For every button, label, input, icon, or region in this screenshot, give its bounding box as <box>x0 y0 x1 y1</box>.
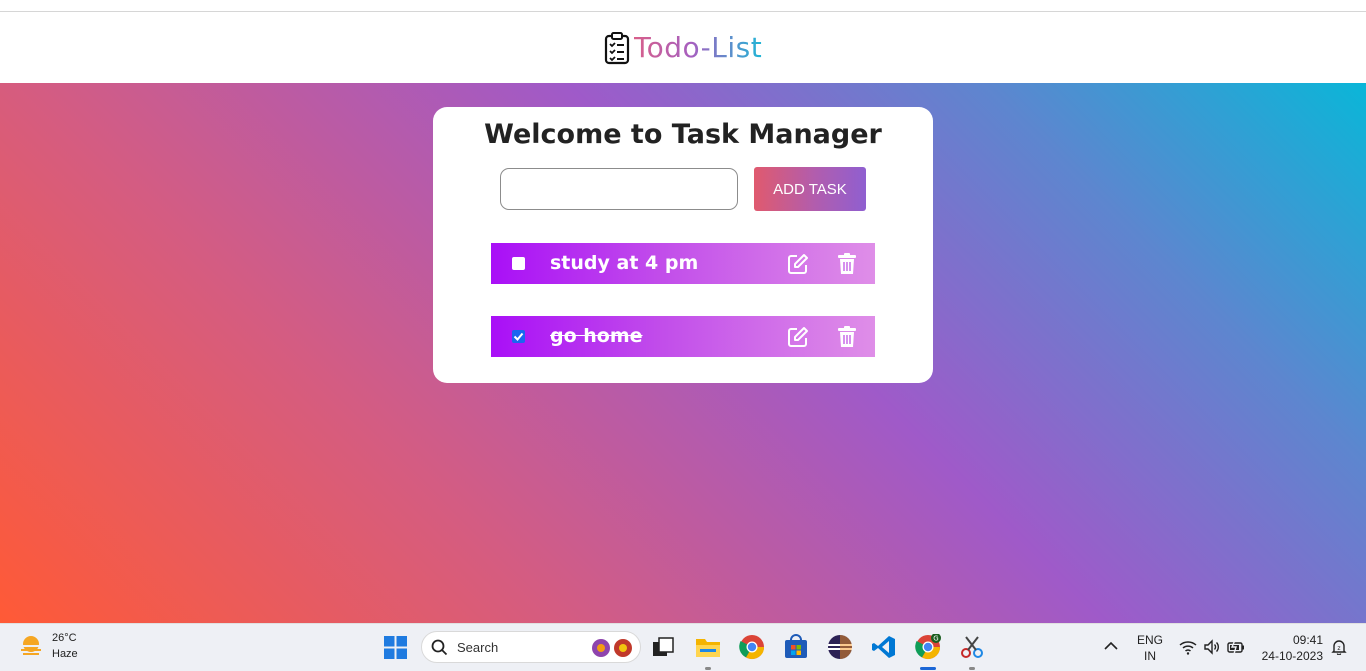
notification-bell-icon[interactable]: z <box>1331 639 1347 655</box>
weather-temperature: 26°C <box>52 632 77 644</box>
task-checkbox[interactable] <box>512 257 525 270</box>
search-highlight-icon <box>592 639 632 657</box>
task-text: study at 4 pm <box>550 252 699 274</box>
volume-icon[interactable] <box>1203 639 1221 655</box>
card-title: Welcome to Task Manager <box>484 119 882 150</box>
weather-condition: Haze <box>52 648 78 660</box>
task-text: go home <box>550 325 643 347</box>
app-title: Todo-List <box>633 31 763 64</box>
haze-weather-icon <box>21 636 41 655</box>
clock-time: 09:41 <box>1292 633 1323 647</box>
snipping-tool-icon[interactable] <box>959 634 985 660</box>
gradient-background: Welcome to Task Manager ADD TASK study a… <box>0 83 1366 623</box>
task-view-icon[interactable] <box>650 634 676 660</box>
task-item: study at 4 pm <box>491 243 875 284</box>
task-checkbox-checked[interactable] <box>512 330 525 343</box>
search-icon <box>431 639 448 656</box>
file-explorer-icon[interactable] <box>695 634 721 660</box>
windows-taskbar: 26°C Haze Search G ENG IN 09:41 24-10-20… <box>0 623 1366 671</box>
app-header: Todo-List <box>0 12 1366 83</box>
clock-date: 24-10-2023 <box>1261 649 1323 663</box>
taskbar-search[interactable]: Search <box>421 631 641 663</box>
brand: Todo-List <box>604 31 762 65</box>
edit-icon[interactable] <box>787 253 809 275</box>
system-clock[interactable]: 09:41 24-10-2023 <box>1255 632 1323 664</box>
task-manager-card: Welcome to Task Manager ADD TASK study a… <box>433 107 933 383</box>
language-indicator[interactable]: ENG IN <box>1135 632 1165 664</box>
chrome-profile-icon[interactable]: G <box>915 634 941 660</box>
add-task-button[interactable]: ADD TASK <box>754 167 866 211</box>
trash-icon[interactable] <box>837 253 857 275</box>
task-input[interactable] <box>500 168 738 210</box>
clipboard-list-icon <box>604 31 629 64</box>
language-code: ENG <box>1136 633 1163 647</box>
search-label: Search <box>457 640 499 655</box>
running-indicator <box>969 667 975 670</box>
browser-top-edge <box>0 0 1366 12</box>
edit-icon[interactable] <box>787 326 809 348</box>
chrome-icon[interactable] <box>739 634 765 660</box>
running-indicator <box>705 667 711 670</box>
eclipse-icon[interactable] <box>827 634 853 660</box>
active-app-indicator <box>920 667 936 670</box>
checkmark-icon <box>513 332 524 341</box>
windows-start-icon[interactable] <box>384 636 407 659</box>
svg-text:G: G <box>933 635 938 643</box>
chevron-up-icon[interactable] <box>1104 641 1118 651</box>
microsoft-store-icon[interactable] <box>783 634 809 660</box>
vscode-icon[interactable] <box>871 634 897 660</box>
svg-text:z: z <box>1337 645 1340 652</box>
weather-widget[interactable]: 26°C Haze <box>18 630 78 662</box>
trash-icon[interactable] <box>837 326 857 348</box>
region-code: IN <box>1144 649 1156 663</box>
wifi-icon[interactable] <box>1179 639 1197 655</box>
battery-icon[interactable] <box>1227 639 1245 655</box>
task-item: go home <box>491 316 875 357</box>
